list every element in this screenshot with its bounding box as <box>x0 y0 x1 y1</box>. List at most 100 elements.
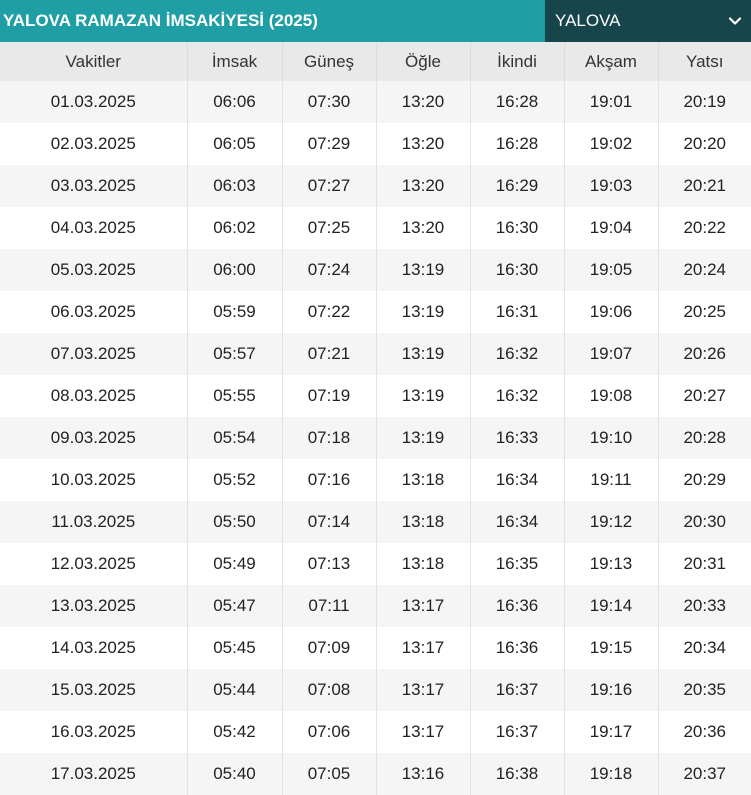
cell-yatsi: 20:36 <box>658 711 751 753</box>
cell-aksam: 19:12 <box>564 501 659 543</box>
cell-gunes: 07:29 <box>282 123 377 165</box>
cell-ogle: 13:20 <box>376 165 471 207</box>
cell-ogle: 13:18 <box>376 543 471 585</box>
cell-gunes: 07:08 <box>282 669 377 711</box>
cell-gunes: 07:27 <box>282 165 377 207</box>
cell-imsak: 05:42 <box>187 711 283 753</box>
cell-gunes: 07:30 <box>282 81 377 123</box>
cell-date: 08.03.2025 <box>0 375 188 417</box>
cell-yatsi: 20:30 <box>658 501 751 543</box>
cell-yatsi: 20:24 <box>658 249 751 291</box>
cell-ikindi: 16:35 <box>470 543 565 585</box>
cell-date: 15.03.2025 <box>0 669 188 711</box>
table-row: 05.03.2025 06:00 07:24 13:19 16:30 19:05 20:24 <box>0 249 751 291</box>
column-header-yatsi: Yatsı <box>658 42 751 81</box>
city-select[interactable]: YALOVA <box>545 0 751 42</box>
cell-date: 13.03.2025 <box>0 585 188 627</box>
column-header-ikindi: İkindi <box>470 42 565 81</box>
cell-yatsi: 20:21 <box>658 165 751 207</box>
column-header-imsak: İmsak <box>187 42 283 81</box>
table-header-row: Vakitler İmsak Güneş Öğle İkindi Akşam Y… <box>0 42 751 81</box>
cell-ogle: 13:17 <box>376 669 471 711</box>
table-row: 02.03.2025 06:05 07:29 13:20 16:28 19:02 20:20 <box>0 123 751 165</box>
table-row: 07.03.2025 05:57 07:21 13:19 16:32 19:07 20:26 <box>0 333 751 375</box>
cell-ogle: 13:19 <box>376 417 471 459</box>
cell-ogle: 13:19 <box>376 333 471 375</box>
cell-ikindi: 16:32 <box>470 333 565 375</box>
cell-ikindi: 16:31 <box>470 291 565 333</box>
cell-date: 10.03.2025 <box>0 459 188 501</box>
cell-imsak: 06:03 <box>187 165 283 207</box>
column-header-gunes: Güneş <box>282 42 377 81</box>
cell-aksam: 19:14 <box>564 585 659 627</box>
cell-ikindi: 16:36 <box>470 585 565 627</box>
cell-gunes: 07:05 <box>282 753 377 795</box>
cell-ikindi: 16:34 <box>470 501 565 543</box>
cell-yatsi: 20:35 <box>658 669 751 711</box>
cell-yatsi: 20:34 <box>658 627 751 669</box>
cell-ikindi: 16:29 <box>470 165 565 207</box>
cell-ogle: 13:19 <box>376 291 471 333</box>
cell-date: 11.03.2025 <box>0 501 188 543</box>
cell-imsak: 05:54 <box>187 417 283 459</box>
cell-gunes: 07:21 <box>282 333 377 375</box>
cell-ikindi: 16:38 <box>470 753 565 795</box>
cell-gunes: 07:19 <box>282 375 377 417</box>
table-row: 10.03.2025 05:52 07:16 13:18 16:34 19:11 20:29 <box>0 459 751 501</box>
cell-imsak: 06:02 <box>187 207 283 249</box>
cell-imsak: 05:45 <box>187 627 283 669</box>
cell-aksam: 19:04 <box>564 207 659 249</box>
cell-aksam: 19:06 <box>564 291 659 333</box>
cell-yatsi: 20:26 <box>658 333 751 375</box>
cell-ogle: 13:20 <box>376 207 471 249</box>
prayer-times-table: Vakitler İmsak Güneş Öğle İkindi Akşam Y… <box>0 42 751 795</box>
cell-date: 12.03.2025 <box>0 543 188 585</box>
cell-ikindi: 16:33 <box>470 417 565 459</box>
cell-ikindi: 16:34 <box>470 459 565 501</box>
cell-imsak: 06:05 <box>187 123 283 165</box>
cell-aksam: 19:11 <box>564 459 659 501</box>
cell-ogle: 13:18 <box>376 459 471 501</box>
cell-gunes: 07:09 <box>282 627 377 669</box>
column-header-aksam: Akşam <box>564 42 659 81</box>
cell-aksam: 19:16 <box>564 669 659 711</box>
cell-ogle: 13:20 <box>376 123 471 165</box>
cell-yatsi: 20:27 <box>658 375 751 417</box>
cell-yatsi: 20:25 <box>658 291 751 333</box>
chevron-down-icon <box>728 14 742 28</box>
cell-imsak: 05:49 <box>187 543 283 585</box>
cell-aksam: 19:05 <box>564 249 659 291</box>
table-row: 09.03.2025 05:54 07:18 13:19 16:33 19:10 20:28 <box>0 417 751 459</box>
column-header-ogle: Öğle <box>376 42 471 81</box>
cell-imsak: 05:44 <box>187 669 283 711</box>
table-row: 06.03.2025 05:59 07:22 13:19 16:31 19:06 20:25 <box>0 291 751 333</box>
table-row: 14.03.2025 05:45 07:09 13:17 16:36 19:15 20:34 <box>0 627 751 669</box>
cell-imsak: 05:52 <box>187 459 283 501</box>
cell-ikindi: 16:28 <box>470 123 565 165</box>
cell-imsak: 06:06 <box>187 81 283 123</box>
cell-gunes: 07:13 <box>282 543 377 585</box>
cell-imsak: 05:40 <box>187 753 283 795</box>
top-bar: YALOVA RAMAZAN İMSAKİYESİ (2025) YALOVA <box>0 0 751 42</box>
cell-ikindi: 16:37 <box>470 669 565 711</box>
table-row: 17.03.2025 05:40 07:05 13:16 16:38 19:18 20:37 <box>0 753 751 795</box>
cell-ikindi: 16:30 <box>470 249 565 291</box>
cell-gunes: 07:11 <box>282 585 377 627</box>
cell-yatsi: 20:29 <box>658 459 751 501</box>
table-row: 16.03.2025 05:42 07:06 13:17 16:37 19:17 20:36 <box>0 711 751 753</box>
cell-aksam: 19:15 <box>564 627 659 669</box>
cell-yatsi: 20:20 <box>658 123 751 165</box>
column-header-vakitler: Vakitler <box>0 42 188 81</box>
cell-ogle: 13:19 <box>376 375 471 417</box>
cell-gunes: 07:06 <box>282 711 377 753</box>
cell-aksam: 19:17 <box>564 711 659 753</box>
cell-ogle: 13:20 <box>376 81 471 123</box>
cell-imsak: 06:00 <box>187 249 283 291</box>
cell-ogle: 13:19 <box>376 249 471 291</box>
cell-date: 16.03.2025 <box>0 711 188 753</box>
cell-ogle: 13:17 <box>376 627 471 669</box>
cell-date: 05.03.2025 <box>0 249 188 291</box>
table-row: 08.03.2025 05:55 07:19 13:19 16:32 19:08 20:27 <box>0 375 751 417</box>
cell-aksam: 19:13 <box>564 543 659 585</box>
cell-date: 17.03.2025 <box>0 753 188 795</box>
